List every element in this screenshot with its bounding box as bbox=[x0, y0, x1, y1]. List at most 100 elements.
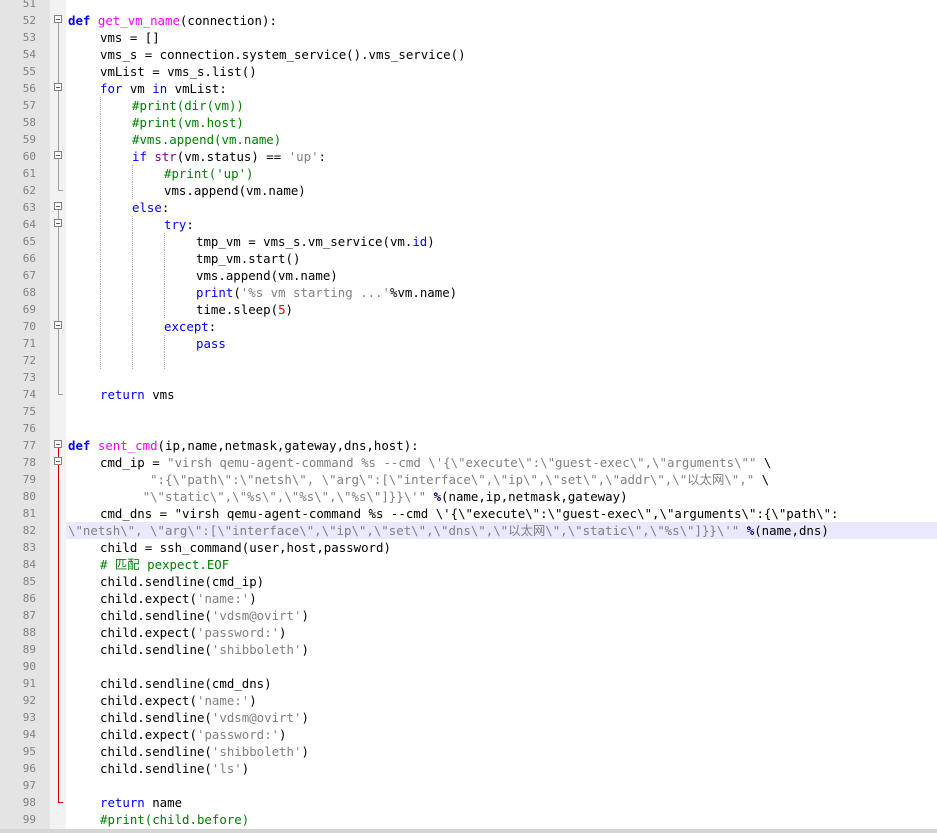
code-line[interactable]: 69 time.sleep(5) bbox=[0, 301, 937, 318]
line-text-area[interactable]: child.expect('password:') bbox=[66, 726, 937, 743]
line-text-area[interactable] bbox=[66, 420, 937, 437]
line-text-area[interactable]: child = ssh_command(user,host,password) bbox=[66, 539, 937, 556]
code-line[interactable]: 95 child.sendline('shibboleth') bbox=[0, 743, 937, 760]
code-line[interactable]: 74 return vms bbox=[0, 386, 937, 403]
line-text-area[interactable]: #print(vm.host) bbox=[66, 114, 937, 131]
code-line[interactable]: 86 child.expect('name:') bbox=[0, 590, 937, 607]
code-line[interactable]: 96 child.sendline('ls') bbox=[0, 760, 937, 777]
line-text-area[interactable]: vms = [] bbox=[66, 29, 937, 46]
line-text-area[interactable] bbox=[66, 403, 937, 420]
code-line[interactable]: 71 pass bbox=[0, 335, 937, 352]
line-text-area[interactable] bbox=[66, 777, 937, 794]
fold-toggle-icon[interactable] bbox=[50, 318, 66, 335]
line-text-area[interactable]: #print(dir(vm)) bbox=[66, 97, 937, 114]
line-text-area[interactable] bbox=[66, 352, 937, 369]
code-line[interactable]: 94 child.expect('password:') bbox=[0, 726, 937, 743]
fold-toggle-icon[interactable] bbox=[50, 80, 66, 97]
line-text-area[interactable]: def sent_cmd(ip,name,netmask,gateway,dns… bbox=[66, 437, 937, 454]
fold-toggle-icon[interactable] bbox=[50, 12, 66, 29]
code-line[interactable]: 97 bbox=[0, 777, 937, 794]
line-text-area[interactable]: child.expect('name:') bbox=[66, 590, 937, 607]
line-text-area[interactable]: \"netsh\", \"arg\":[\"interface\",\"ip\"… bbox=[66, 522, 937, 539]
code-line[interactable]: 70 except: bbox=[0, 318, 937, 335]
code-line[interactable]: 77 def sent_cmd(ip,name,netmask,gateway,d… bbox=[0, 437, 937, 454]
code-line[interactable]: 81 cmd_dns = "virsh qemu-agent-command %s… bbox=[0, 505, 937, 522]
line-text-area[interactable]: cmd_dns = "virsh qemu-agent-command %s -… bbox=[66, 505, 937, 522]
line-text-area[interactable]: time.sleep(5) bbox=[66, 301, 937, 318]
code-line[interactable]: 51 bbox=[0, 0, 937, 12]
line-text-area[interactable]: print('%s vm starting ...'%vm.name) bbox=[66, 284, 937, 301]
line-text-area[interactable]: child.expect('name:') bbox=[66, 692, 937, 709]
fold-toggle-icon[interactable] bbox=[50, 454, 66, 471]
code-line[interactable]: 91 child.sendline(cmd_dns) bbox=[0, 675, 937, 692]
line-text-area[interactable]: def get_vm_name(connection): bbox=[66, 12, 937, 29]
code-line[interactable]: 84 # 匹配 pexpect.EOF bbox=[0, 556, 937, 573]
line-text-area[interactable]: try: bbox=[66, 216, 937, 233]
horizontal-scrollbar-edge[interactable] bbox=[0, 829, 937, 833]
line-text-area[interactable]: # 匹配 pexpect.EOF bbox=[66, 556, 937, 573]
code-line[interactable]: 83 child = ssh_command(user,host,password… bbox=[0, 539, 937, 556]
code-line[interactable]: 63 else: bbox=[0, 199, 937, 216]
line-text-area[interactable]: #vms.append(vm.name) bbox=[66, 131, 937, 148]
line-text-area[interactable]: except: bbox=[66, 318, 937, 335]
code-line[interactable]: 80 "\"static\",\"%s\",\"%s\",\"%s\"]}}\'… bbox=[0, 488, 937, 505]
code-line[interactable]: 75 bbox=[0, 403, 937, 420]
code-line[interactable]: 53 vms = [] bbox=[0, 29, 937, 46]
line-text-area[interactable]: child.sendline('ls') bbox=[66, 760, 937, 777]
fold-toggle-icon[interactable] bbox=[50, 216, 66, 233]
line-text-area[interactable]: child.sendline(cmd_dns) bbox=[66, 675, 937, 692]
code-line[interactable]: 78 cmd_ip = "virsh qemu-agent-command %s … bbox=[0, 454, 937, 471]
code-line[interactable]: 87 child.sendline('vdsm@ovirt') bbox=[0, 607, 937, 624]
code-line[interactable]: 82 \"netsh\", \"arg\":[\"interface\",\"ip… bbox=[0, 522, 937, 539]
line-text-area[interactable]: child.sendline('vdsm@ovirt') bbox=[66, 709, 937, 726]
line-text-area[interactable] bbox=[66, 658, 937, 675]
code-line[interactable]: 73 bbox=[0, 369, 937, 386]
line-text-area[interactable]: if str(vm.status) == 'up': bbox=[66, 148, 937, 165]
code-line[interactable]: 88 child.expect('password:') bbox=[0, 624, 937, 641]
line-text-area[interactable]: for vm in vmList: bbox=[66, 80, 937, 97]
code-line[interactable]: 56 for vm in vmList: bbox=[0, 80, 937, 97]
code-line[interactable]: 55 vmList = vms_s.list() bbox=[0, 63, 937, 80]
line-text-area[interactable] bbox=[66, 369, 937, 386]
code-line[interactable]: 79 ":{\"path\":\"netsh\", \"arg\":[\"int… bbox=[0, 471, 937, 488]
line-text-area[interactable]: vms.append(vm.name) bbox=[66, 182, 937, 199]
fold-toggle-icon[interactable] bbox=[50, 148, 66, 165]
code-line[interactable]: 68 print('%s vm starting ...'%vm.name) bbox=[0, 284, 937, 301]
code-line[interactable]: 85 child.sendline(cmd_ip) bbox=[0, 573, 937, 590]
code-line[interactable]: 93 child.sendline('vdsm@ovirt') bbox=[0, 709, 937, 726]
line-text-area[interactable]: child.sendline(cmd_ip) bbox=[66, 573, 937, 590]
code-line[interactable]: 57 #print(dir(vm)) bbox=[0, 97, 937, 114]
line-text-area[interactable]: child.expect('password:') bbox=[66, 624, 937, 641]
line-text-area[interactable]: #print('up') bbox=[66, 165, 937, 182]
line-text-area[interactable]: #print(child.before) bbox=[66, 811, 937, 828]
code-line[interactable]: 89 child.sendline('shibboleth') bbox=[0, 641, 937, 658]
code-line[interactable]: 52 def get_vm_name(connection): bbox=[0, 12, 937, 29]
line-text-area[interactable]: ":{\"path\":\"netsh\", \"arg\":[\"interf… bbox=[66, 471, 937, 488]
line-text-area[interactable]: vmList = vms_s.list() bbox=[66, 63, 937, 80]
code-line[interactable]: 76 bbox=[0, 420, 937, 437]
line-text-area[interactable]: child.sendline('shibboleth') bbox=[66, 641, 937, 658]
code-line[interactable]: 66 tmp_vm.start() bbox=[0, 250, 937, 267]
code-line[interactable]: 60 if str(vm.status) == 'up': bbox=[0, 148, 937, 165]
line-text-area[interactable]: return name bbox=[66, 794, 937, 811]
line-text-area[interactable]: tmp_vm.start() bbox=[66, 250, 937, 267]
code-line[interactable]: 58 #print(vm.host) bbox=[0, 114, 937, 131]
line-text-area[interactable]: vms_s = connection.system_service().vms_… bbox=[66, 46, 937, 63]
code-line[interactable]: 61 #print('up') bbox=[0, 165, 937, 182]
code-line[interactable]: 65 tmp_vm = vms_s.vm_service(vm.id) bbox=[0, 233, 937, 250]
line-text-area[interactable]: return vms bbox=[66, 386, 937, 403]
fold-toggle-icon[interactable] bbox=[50, 199, 66, 216]
code-line[interactable]: 92 child.expect('name:') bbox=[0, 692, 937, 709]
line-text-area[interactable]: else: bbox=[66, 199, 937, 216]
code-editor[interactable]: 51 52 def get_vm_name(connection): 53 vms = … bbox=[0, 0, 937, 833]
code-line[interactable]: 54 vms_s = connection.system_service().vm… bbox=[0, 46, 937, 63]
line-text-area[interactable]: tmp_vm = vms_s.vm_service(vm.id) bbox=[66, 233, 937, 250]
code-line[interactable]: 62 vms.append(vm.name) bbox=[0, 182, 937, 199]
code-line[interactable]: 59 #vms.append(vm.name) bbox=[0, 131, 937, 148]
fold-toggle-icon[interactable] bbox=[50, 437, 66, 454]
line-text-area[interactable]: pass bbox=[66, 335, 937, 352]
line-text-area[interactable]: child.sendline('vdsm@ovirt') bbox=[66, 607, 937, 624]
line-text-area[interactable] bbox=[66, 0, 937, 12]
line-text-area[interactable]: "\"static\",\"%s\",\"%s\",\"%s\"]}}\'" %… bbox=[66, 488, 937, 505]
line-text-area[interactable]: cmd_ip = "virsh qemu-agent-command %s --… bbox=[66, 454, 937, 471]
